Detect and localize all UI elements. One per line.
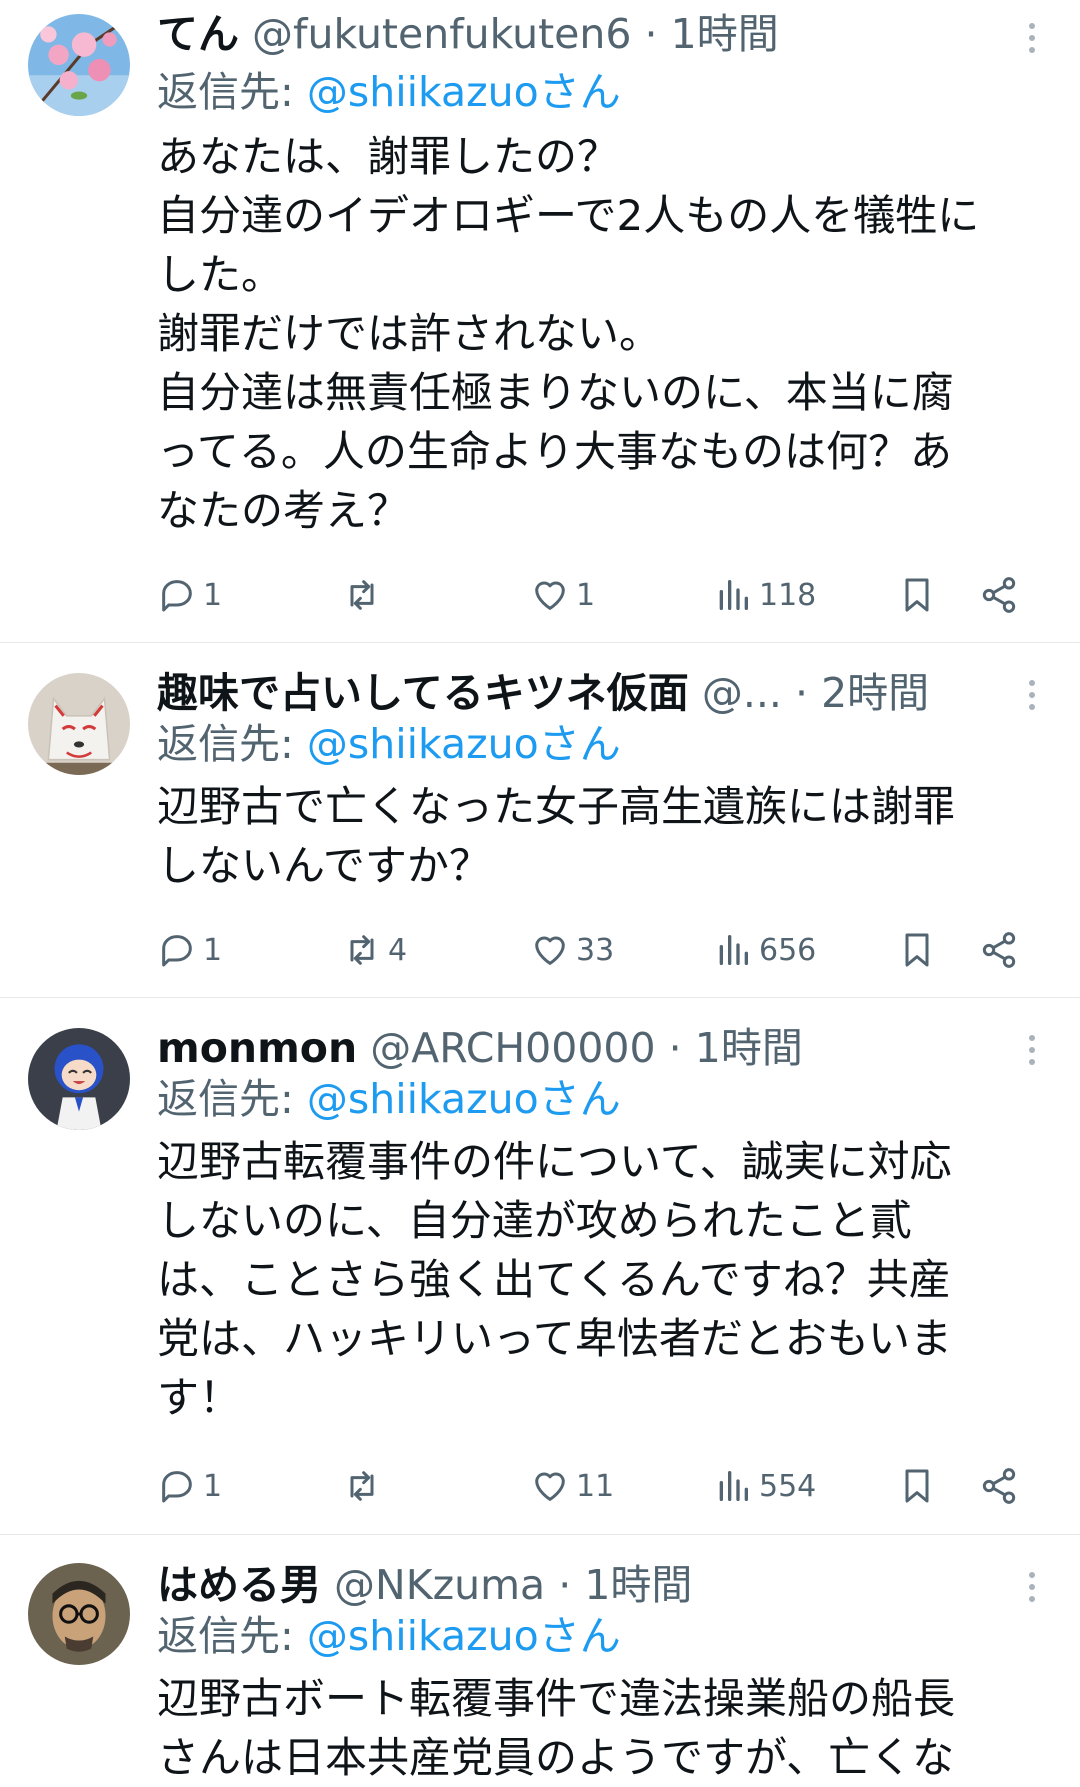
author-name[interactable]: はめる男 [157, 1561, 321, 1609]
author-handle[interactable]: @... [702, 669, 782, 717]
separator-dot: · [794, 669, 809, 717]
views-button[interactable]: 656 [713, 920, 816, 980]
reply-to-label: 返信先: [157, 1075, 294, 1123]
tweet-text: 辺野古転覆事件の件について、誠実に対応 しないのに、自分達が攻められたこと貳 は… [157, 1137, 953, 1422]
bar-chart-icon [719, 935, 748, 965]
retweet-count: 4 [388, 932, 408, 968]
avatar[interactable] [28, 1563, 130, 1665]
like-button[interactable]: 33 [530, 920, 614, 980]
view-count: 554 [759, 1468, 817, 1504]
bar-chart-icon [719, 1471, 748, 1501]
separator-dot: · [644, 10, 658, 58]
reply-mention-link[interactable]: @shiikazuoさん [307, 68, 621, 116]
reply-count: 1 [203, 932, 223, 968]
share-button[interactable] [979, 920, 1019, 980]
retweet-arrows-icon [350, 935, 374, 965]
avatar[interactable] [28, 14, 130, 116]
reply-button[interactable]: 1 [157, 565, 222, 625]
author-handle[interactable]: @ARCH00000 [370, 1024, 655, 1072]
reply-to: 返信先: @shiikazuoさん [157, 64, 621, 120]
bookmark-icon [905, 1469, 929, 1503]
retweet-button[interactable] [342, 1456, 388, 1516]
retweet-arrows-icon [350, 1471, 374, 1501]
separator-dot: · [558, 1561, 572, 1609]
reply-count: 1 [203, 1468, 223, 1504]
reply-mention-link[interactable]: @shiikazuoさん [307, 1612, 621, 1660]
share-button[interactable] [979, 565, 1019, 625]
reply-to-label: 返信先: [157, 1612, 294, 1660]
like-button[interactable]: 1 [530, 565, 595, 625]
glasses-man-icon [28, 1563, 130, 1665]
tweet-text: 辺野古で亡くなった女子高生遺族には謝罪 しないんですか？ [157, 782, 956, 890]
author-name[interactable]: monmon [157, 1024, 357, 1072]
avatar[interactable] [28, 1028, 130, 1130]
share-icon [982, 932, 1016, 968]
like-button[interactable]: 11 [530, 1456, 614, 1516]
like-count: 11 [576, 1468, 615, 1504]
like-count: 33 [576, 932, 615, 968]
bookmark-button[interactable] [897, 565, 937, 625]
timestamp[interactable]: 2時間 [821, 669, 929, 717]
speech-bubble-icon [162, 580, 192, 612]
reply-count: 1 [203, 577, 223, 613]
views-button[interactable]: 554 [713, 1456, 816, 1516]
share-button[interactable] [979, 1456, 1019, 1516]
tweet[interactable]: てん @fukutenfukuten6 · 1時間 返信先: @shiikazu… [0, 0, 1080, 643]
views-button[interactable]: 118 [713, 565, 816, 625]
like-count: 1 [576, 577, 596, 613]
reply-to: 返信先: @shiikazuoさん [157, 716, 621, 772]
bookmark-button[interactable] [897, 920, 937, 980]
more-dots-icon[interactable] [1012, 1567, 1052, 1607]
heart-icon [535, 1472, 565, 1501]
bookmark-icon [905, 933, 929, 967]
share-icon [982, 1468, 1016, 1504]
view-count: 118 [759, 577, 817, 613]
retweet-button[interactable]: 4 [342, 920, 407, 980]
action-bar: 1 4 33 656 [157, 920, 1037, 980]
separator-dot: · [668, 1024, 682, 1072]
reply-button[interactable]: 1 [157, 920, 222, 980]
more-dots-icon[interactable] [1012, 18, 1052, 58]
more-dots-icon[interactable] [1012, 1030, 1052, 1070]
timestamp[interactable]: 1時間 [671, 10, 779, 58]
action-bar: 1 11 554 [157, 1456, 1037, 1516]
speech-bubble-icon [162, 1471, 192, 1503]
tweet[interactable]: はめる男 @NKzuma · 1時間 返信先: @shiikazuoさん 辺野古… [0, 1535, 1080, 1782]
author-name[interactable]: てん [157, 10, 239, 58]
pink-blossom-icon [28, 14, 130, 116]
reply-to-label: 返信先: [157, 720, 294, 768]
avatar[interactable] [28, 673, 130, 775]
reply-mention-link[interactable]: @shiikazuoさん [307, 720, 621, 768]
author-handle[interactable]: @NKzuma [334, 1561, 545, 1609]
share-icon [982, 577, 1016, 613]
retweet-button[interactable] [342, 565, 388, 625]
blue-hair-figure-icon [28, 1028, 130, 1130]
tweet-text: 辺野古ボート転覆事件で違法操業船の船長 さんは日本共産党員のようですが、亡くな [157, 1674, 956, 1782]
bookmark-icon [905, 578, 929, 612]
more-dots-icon[interactable] [1012, 675, 1052, 715]
reply-to-label: 返信先: [157, 68, 294, 116]
tweet-text: あなたは、謝罪したの？ 自分達のイデオロギーで2人もの人を犠牲に した。 謝罪だ… [157, 132, 980, 535]
heart-icon [535, 936, 565, 965]
bar-chart-icon [719, 580, 748, 610]
timestamp[interactable]: 1時間 [695, 1024, 803, 1072]
heart-icon [535, 581, 565, 610]
reply-mention-link[interactable]: @shiikazuoさん [307, 1075, 621, 1123]
reply-to: 返信先: @shiikazuoさん [157, 1071, 621, 1127]
timestamp[interactable]: 1時間 [584, 1561, 692, 1609]
bookmark-button[interactable] [897, 1456, 937, 1516]
tweet[interactable]: 趣味で占いしてるキツネ仮面 @... · 2時間 返信先: @shiikazuo… [0, 643, 1080, 998]
author-handle[interactable]: @fukutenfukuten6 [252, 10, 631, 58]
author-name[interactable]: 趣味で占いしてるキツネ仮面 [157, 669, 689, 717]
tweet[interactable]: monmon @ARCH00000 · 1時間 返信先: @shiikazuoさ… [0, 998, 1080, 1535]
reply-button[interactable]: 1 [157, 1456, 222, 1516]
view-count: 656 [759, 932, 817, 968]
fox-mask-icon [28, 673, 130, 775]
speech-bubble-icon [162, 935, 192, 967]
reply-to: 返信先: @shiikazuoさん [157, 1608, 621, 1664]
retweet-arrows-icon [350, 580, 374, 610]
action-bar: 1 1 118 [157, 565, 1037, 625]
